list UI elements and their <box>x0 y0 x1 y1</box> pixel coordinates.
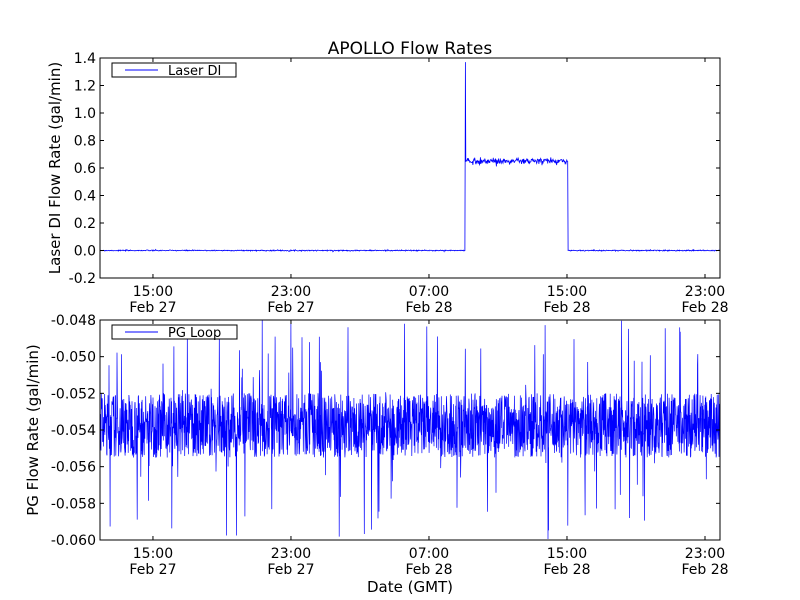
legend-label: Laser DI <box>168 64 221 79</box>
x-tick-label-time: 15:00 <box>547 284 587 300</box>
x-tick-label-date: Feb 27 <box>129 562 176 578</box>
x-tick-label-date: Feb 27 <box>129 300 176 316</box>
y-tick-label: 1.0 <box>74 106 96 122</box>
y-tick-label: -0.048 <box>51 313 96 329</box>
y-tick-label: 0.8 <box>74 134 96 150</box>
y-tick-label: 0.6 <box>74 161 96 177</box>
series-line-laser-di <box>99 62 721 253</box>
y-tick-label: -0.2 <box>69 271 96 287</box>
y-tick-label: -0.054 <box>51 423 96 439</box>
x-tick-label-date: Feb 28 <box>543 300 590 316</box>
y-tick-label: -0.060 <box>51 533 96 549</box>
y-tick-label: 1.4 <box>74 51 96 67</box>
plot-frame <box>99 57 721 279</box>
x-tick-label-time: 23:00 <box>271 284 311 300</box>
legend: Laser DI <box>111 62 237 79</box>
x-tick-label-time: 15:00 <box>133 284 173 300</box>
series-line-pg-loop <box>99 320 721 540</box>
legend: PG Loop <box>111 324 238 341</box>
x-tick-label-time: 23:00 <box>685 546 725 562</box>
laser-di-axes: -0.20.00.20.40.60.81.01.21.415:00Feb 272… <box>69 51 729 316</box>
x-tick-label-date: Feb 28 <box>543 562 590 578</box>
y-axis-label-top: Laser DI Flow Rate (gal/min) <box>46 62 64 274</box>
y-tick-label: 0.0 <box>74 244 96 260</box>
pg-loop-axes: -0.060 -0.058 -0.056 -0.054 -0.052 -0.050 -0.0… <box>51 313 729 578</box>
x-tick-label-date: Feb 28 <box>405 562 452 578</box>
x-tick-label-time: 23:00 <box>271 546 311 562</box>
apollo-flow-chart: APOLLO Flow Rates -0.2 0.0 0.2 0.4 0.6 0.8 1.0… <box>24 39 729 596</box>
y-tick-label: 0.2 <box>74 216 96 232</box>
y-tick-label: -0.052 <box>51 386 96 402</box>
x-tick-label-date: Feb 27 <box>267 300 314 316</box>
y-tick-label: -0.058 <box>51 496 96 512</box>
x-tick-label-date: Feb 27 <box>267 562 314 578</box>
x-tick-label-date: Feb 28 <box>681 300 728 316</box>
y-tick-label: 0.4 <box>74 189 96 205</box>
x-tick-label-time: 07:00 <box>409 284 449 300</box>
x-tick-label-date: Feb 28 <box>681 562 728 578</box>
legend-label: PG Loop <box>168 326 221 341</box>
x-tick-label-date: Feb 28 <box>405 300 452 316</box>
y-tick-label: 1.2 <box>74 79 96 95</box>
x-tick-label-time: 15:00 <box>547 546 587 562</box>
x-tick-label-time: 15:00 <box>133 546 173 562</box>
x-axis-label: Date (GMT) <box>367 578 453 596</box>
x-tick-label-time: 23:00 <box>685 284 725 300</box>
chart-title: APOLLO Flow Rates <box>328 39 493 59</box>
y-tick-label: -0.050 <box>51 350 96 366</box>
y-tick-label: -0.056 <box>51 460 96 476</box>
x-tick-label-time: 07:00 <box>409 546 449 562</box>
y-axis-label-bottom: PG Flow Rate (gal/min) <box>24 344 42 516</box>
